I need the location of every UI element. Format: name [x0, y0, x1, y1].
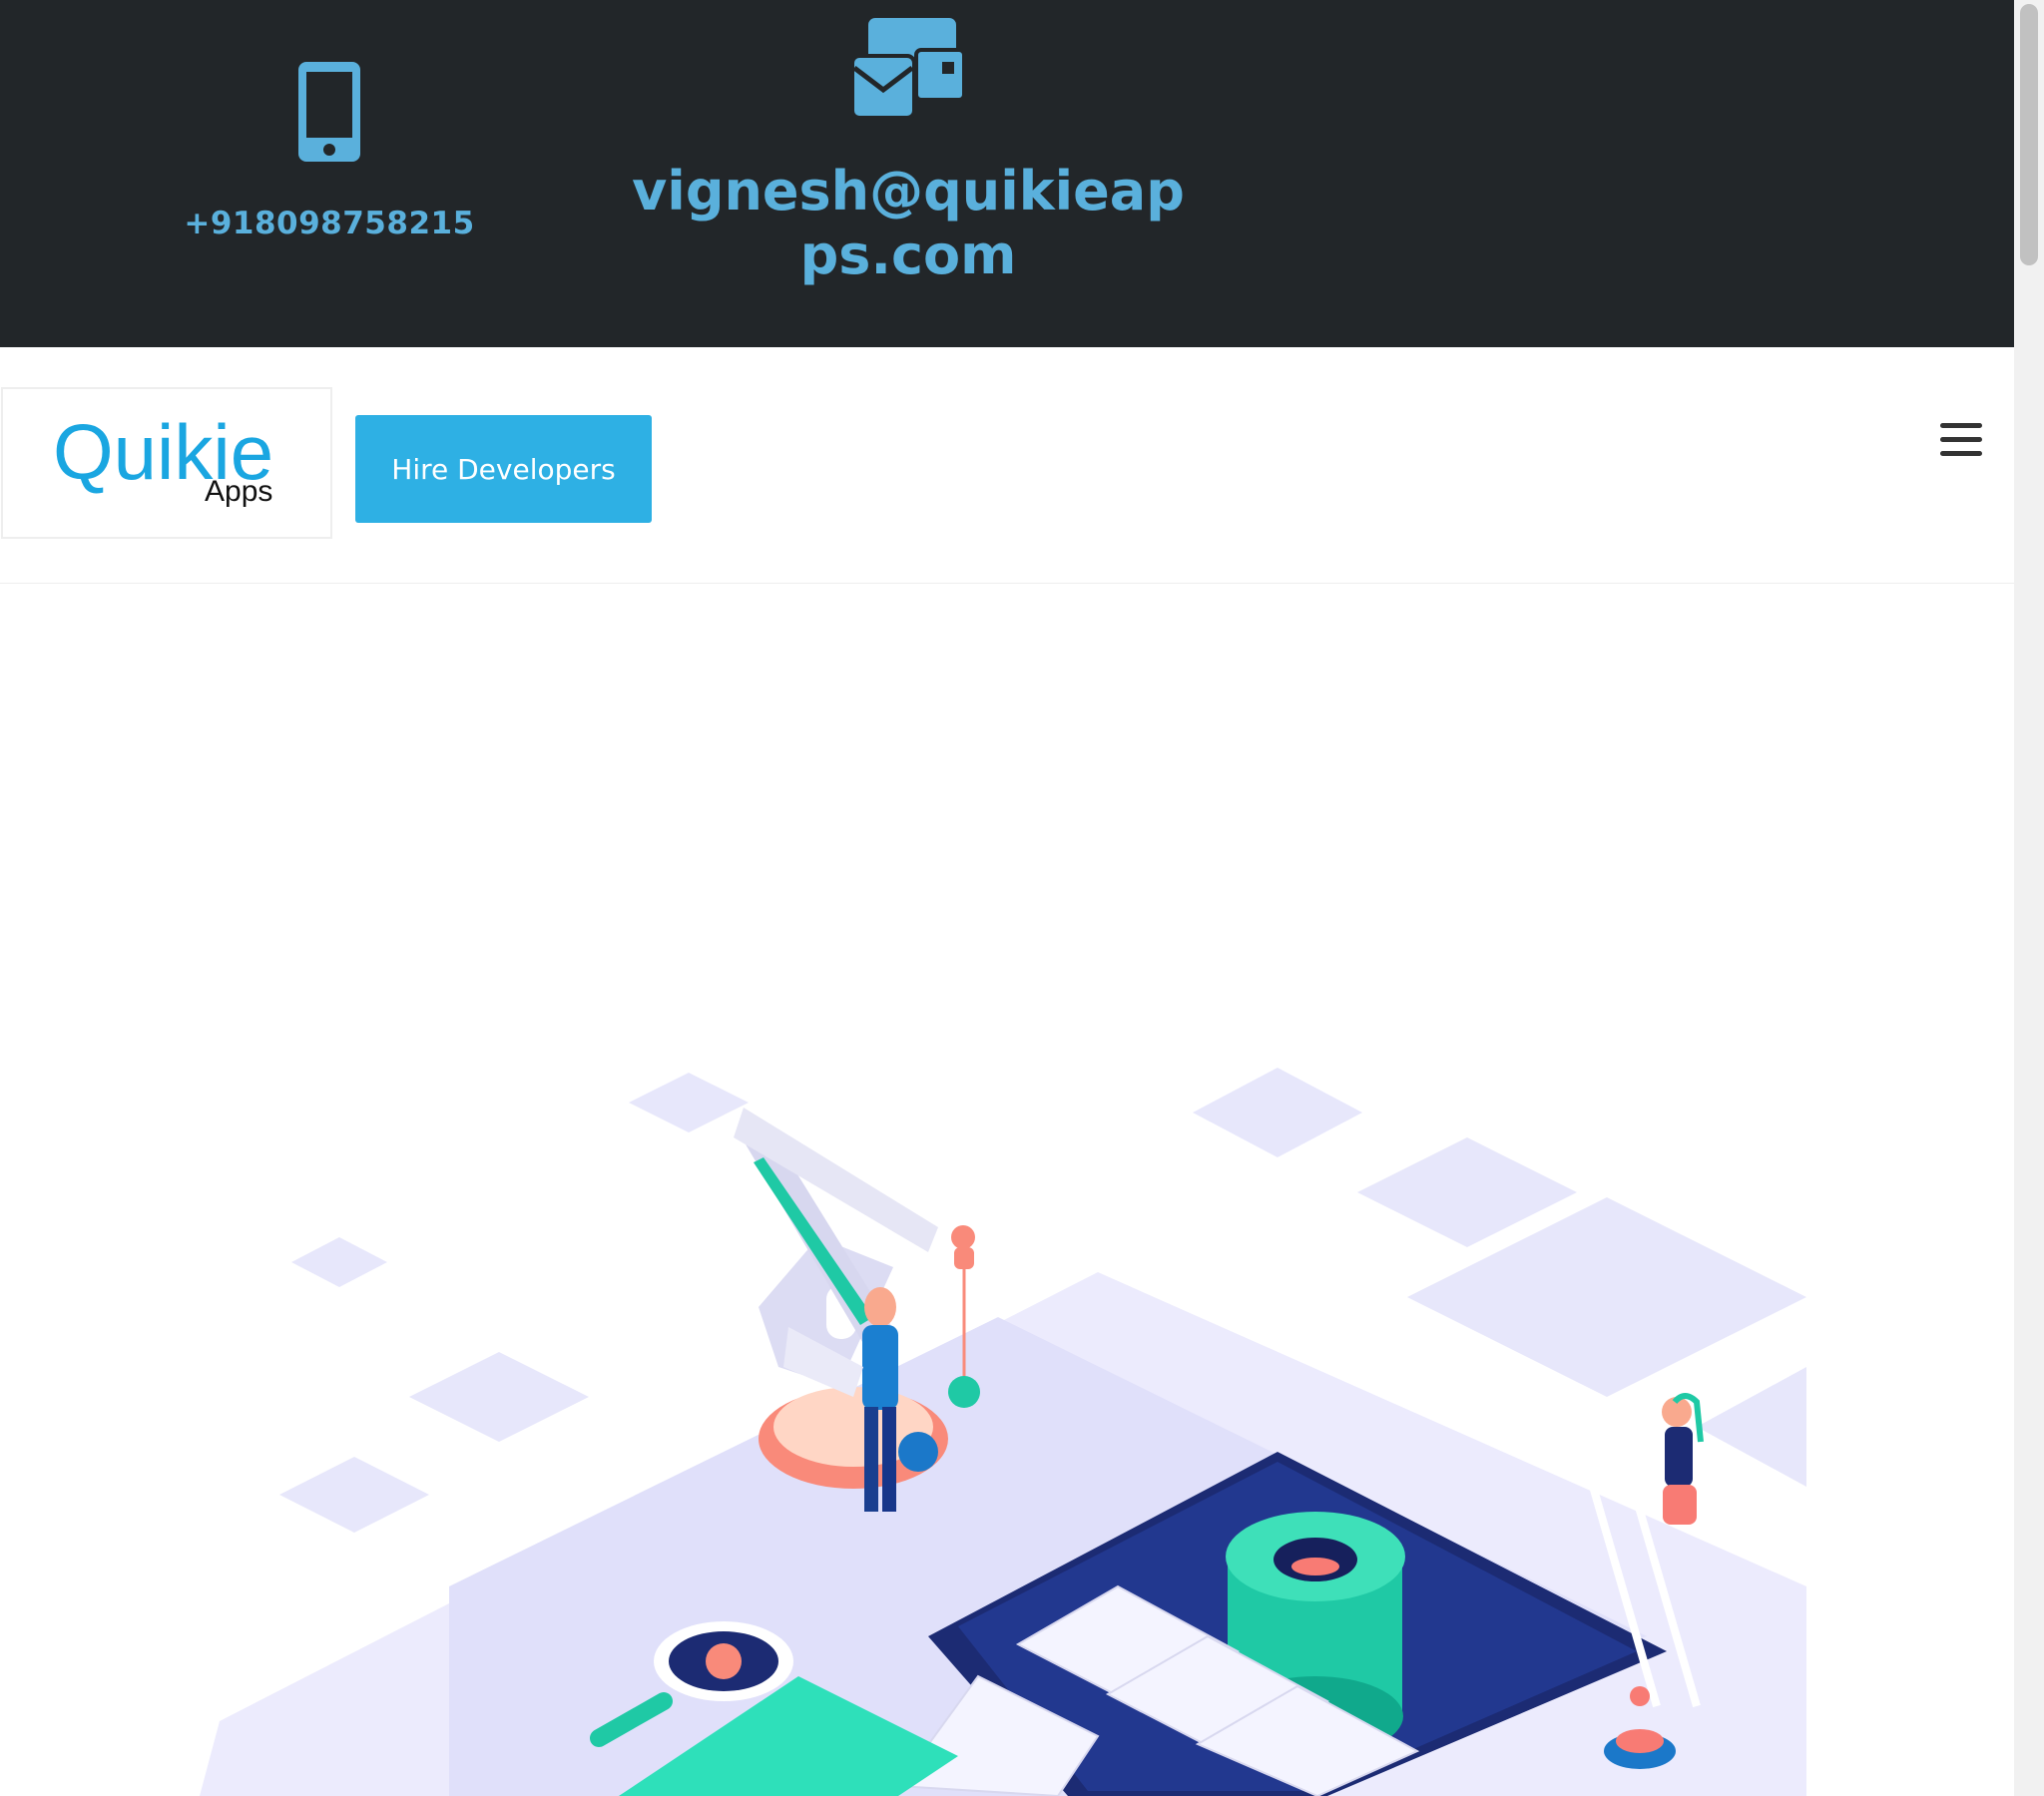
site-header: Quikie Apps Hire Developers	[0, 347, 2014, 584]
logo[interactable]: Quikie Apps	[1, 387, 332, 539]
scrollbar[interactable]	[2014, 0, 2044, 1796]
hero-illustration	[200, 1068, 1806, 1796]
contact-bar: +918098758215 vignesh@quikieapps.com	[0, 0, 2014, 347]
mail-envelopes-icon	[850, 18, 966, 120]
hire-developers-label: Hire Developers	[391, 452, 616, 486]
hire-developers-button[interactable]: Hire Developers	[355, 415, 652, 523]
mobile-phone-icon	[298, 62, 360, 162]
email-contact[interactable]: vignesh@quikieapps.com	[599, 16, 1218, 287]
email-address[interactable]: vignesh@quikieapps.com	[599, 160, 1218, 287]
hamburger-menu-icon[interactable]	[1940, 423, 1982, 457]
robot-arm-graphic	[734, 1108, 980, 1489]
logo-subtitle: Apps	[205, 475, 273, 508]
phone-contact[interactable]: +918098758215	[180, 60, 479, 241]
phone-number[interactable]: +918098758215	[180, 206, 479, 241]
scrollbar-thumb[interactable]	[2020, 4, 2038, 265]
